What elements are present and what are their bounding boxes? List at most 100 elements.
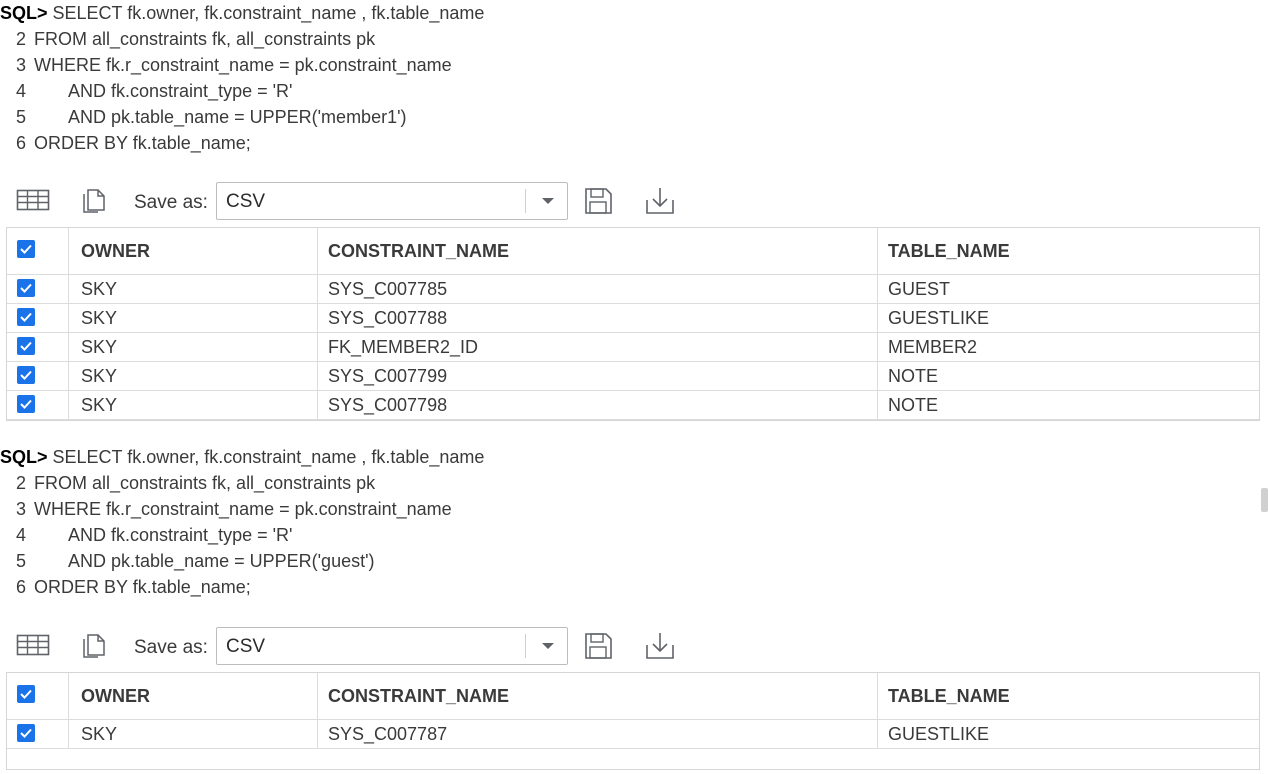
chevron-down-icon[interactable] [539, 193, 557, 209]
owner-cell: SKY [69, 333, 318, 361]
save-as-label: Save as: [134, 192, 208, 213]
checkbox-checked-icon[interactable] [17, 395, 35, 413]
result-grid-1: OWNER CONSTRAINT_NAME TABLE_NAME SKY SYS… [6, 227, 1260, 421]
result-toolbar-2: Save as: CSV [16, 627, 696, 667]
owner-cell: SKY [69, 275, 318, 303]
download-icon[interactable] [644, 631, 678, 663]
checkbox-checked-icon[interactable] [17, 685, 35, 703]
sql-statement-2: SQL> SELECT fk.owner, fk.constraint_name… [0, 444, 620, 600]
row-select-cell [7, 391, 69, 419]
vertical-scrollbar-thumb[interactable] [1261, 488, 1268, 512]
grid-view-icon[interactable] [16, 631, 50, 663]
save-as-label: Save as: [134, 637, 208, 658]
table-row[interactable]: SKY SYS_C007798 NOTE [7, 391, 1259, 420]
line-number: 3 [15, 499, 26, 519]
sql-text: AND fk.constraint_type = 'R' [34, 81, 293, 101]
copy-icon[interactable] [80, 186, 114, 218]
line-number: 4 [15, 81, 26, 101]
sql-line: 4 AND fk.constraint_type = 'R' [0, 78, 620, 104]
save-icon[interactable] [582, 631, 616, 663]
table-row[interactable]: SKY FK_MEMBER2_ID MEMBER2 [7, 333, 1259, 362]
table-name-cell: GUESTLIKE [888, 724, 990, 744]
sql-line: 5 AND pk.table_name = UPPER('guest') [0, 548, 620, 574]
sql-text: WHERE fk.r_constraint_name = pk.constrai… [34, 499, 452, 519]
sql-text: SELECT fk.owner, fk.constraint_name , fk… [47, 3, 485, 23]
column-header-owner[interactable]: OWNER [69, 673, 318, 719]
constraint-name-cell: SYS_C007798 [318, 391, 878, 419]
checkbox-checked-icon[interactable] [17, 279, 35, 297]
sql-prompt: SQL> [0, 3, 48, 23]
table-name-cell: GUEST [888, 279, 951, 299]
format-select-value: CSV [226, 191, 266, 212]
sql-line: 3 WHERE fk.r_constraint_name = pk.constra… [0, 496, 620, 522]
sql-text: FROM all_constraints fk, all_constraints… [34, 29, 376, 49]
checkbox-checked-icon[interactable] [17, 308, 35, 326]
table-name-cell: NOTE [888, 366, 939, 386]
sql-line: 4 AND fk.constraint_type = 'R' [0, 522, 620, 548]
line-number: 2 [15, 473, 26, 493]
format-select-value: CSV [226, 636, 266, 657]
row-select-cell [7, 720, 69, 748]
line-number: 4 [15, 525, 26, 545]
save-icon[interactable] [582, 186, 616, 218]
table-row[interactable]: SKY SYS_C007799 NOTE [7, 362, 1259, 391]
format-select[interactable]: CSV [216, 182, 568, 220]
constraint-name-cell: SYS_C007799 [318, 362, 878, 390]
constraint-name-cell: SYS_C007787 [318, 720, 878, 748]
sql-line: 2 FROM all_constraints fk, all_constraint… [0, 26, 620, 52]
line-number: 3 [15, 55, 26, 75]
row-select-cell [7, 362, 69, 390]
sql-text: FROM all_constraints fk, all_constraints… [34, 473, 376, 493]
result-toolbar-1: Save as: CSV [16, 182, 696, 222]
grid-view-icon[interactable] [16, 186, 50, 218]
table-row[interactable]: SKY SYS_C007785 GUEST [7, 275, 1259, 304]
table-row[interactable]: SKY SYS_C007788 GUESTLIKE [7, 304, 1259, 333]
line-number: 6 [15, 577, 26, 597]
constraint-name-cell: FK_MEMBER2_ID [318, 333, 878, 361]
column-header-table-name[interactable]: TABLE_NAME [878, 228, 1259, 274]
constraint-name-cell: SYS_C007785 [318, 275, 878, 303]
line-number: 2 [15, 29, 26, 49]
owner-cell: SKY [69, 391, 318, 419]
column-header-constraint-name[interactable]: CONSTRAINT_NAME [318, 228, 878, 274]
sql-text: AND pk.table_name = UPPER('member1') [34, 107, 407, 127]
sql-text: AND fk.constraint_type = 'R' [34, 525, 293, 545]
sql-text: ORDER BY fk.table_name; [34, 133, 251, 153]
sql-prompt: SQL> [0, 447, 48, 467]
sql-line: SQL> SELECT fk.owner, fk.constraint_name… [0, 444, 620, 470]
column-header-constraint-name[interactable]: CONSTRAINT_NAME [318, 673, 878, 719]
sql-text: AND pk.table_name = UPPER('guest') [34, 551, 375, 571]
copy-icon[interactable] [80, 631, 114, 663]
sql-text: WHERE fk.r_constraint_name = pk.constrai… [34, 55, 452, 75]
owner-cell: SKY [69, 720, 318, 748]
select-all-cell [7, 228, 69, 274]
owner-cell: SKY [69, 362, 318, 390]
sql-line: 6 ORDER BY fk.table_name; [0, 130, 620, 156]
grid-header-row: OWNER CONSTRAINT_NAME TABLE_NAME [7, 228, 1259, 275]
sql-line: 5 AND pk.table_name = UPPER('member1') [0, 104, 620, 130]
table-name-cell: NOTE [888, 395, 939, 415]
sql-line: SQL> SELECT fk.owner, fk.constraint_name… [0, 0, 620, 26]
checkbox-checked-icon[interactable] [17, 366, 35, 384]
table-row[interactable]: SKY SYS_C007787 GUESTLIKE [7, 720, 1259, 749]
checkbox-checked-icon[interactable] [17, 240, 35, 258]
select-all-cell [7, 673, 69, 719]
line-number: 5 [15, 107, 26, 127]
row-select-cell [7, 275, 69, 303]
download-icon[interactable] [644, 186, 678, 218]
format-select[interactable]: CSV [216, 627, 568, 665]
sql-text: ORDER BY fk.table_name; [34, 577, 251, 597]
select-divider [525, 189, 526, 213]
sql-line: 6 ORDER BY fk.table_name; [0, 574, 620, 600]
column-header-owner[interactable]: OWNER [69, 228, 318, 274]
sql-text: SELECT fk.owner, fk.constraint_name , fk… [47, 447, 485, 467]
column-header-table-name[interactable]: TABLE_NAME [878, 673, 1259, 719]
checkbox-checked-icon[interactable] [17, 724, 35, 742]
chevron-down-icon[interactable] [539, 638, 557, 654]
select-divider [525, 634, 526, 658]
grid-header-row: OWNER CONSTRAINT_NAME TABLE_NAME [7, 673, 1259, 720]
line-number: 6 [15, 133, 26, 153]
sql-statement-1: SQL> SELECT fk.owner, fk.constraint_name… [0, 0, 620, 156]
table-name-cell: GUESTLIKE [888, 308, 990, 328]
checkbox-checked-icon[interactable] [17, 337, 35, 355]
